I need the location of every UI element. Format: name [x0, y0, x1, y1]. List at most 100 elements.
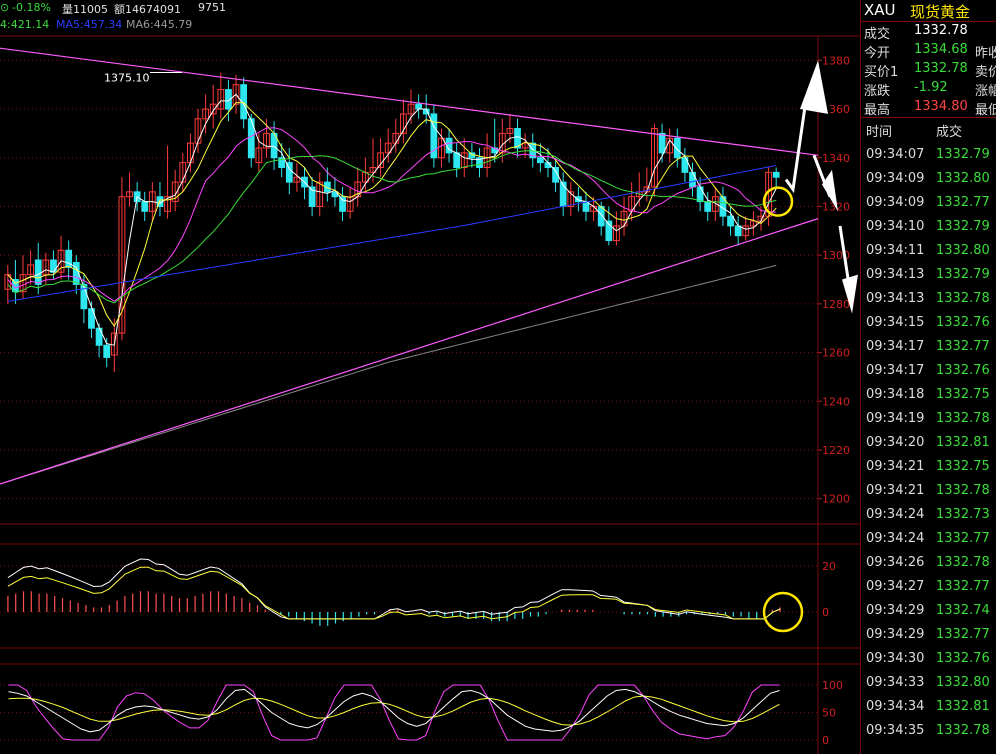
kdj-axis-label: 50: [822, 707, 836, 720]
tick-time: 09:34:20: [866, 435, 925, 450]
tick-time: 09:34:18: [866, 387, 925, 402]
quote-label: 涨跌: [864, 84, 891, 99]
quote-label-2: 卖价: [975, 65, 996, 80]
quote-row: 买价1 1332.78 卖价: [861, 60, 996, 80]
tick-price: 1332.81: [936, 435, 990, 450]
symbol-code: XAU: [864, 1, 896, 19]
tick-time: 09:34:26: [866, 555, 925, 570]
tick-price: 1332.77: [936, 195, 990, 210]
change-icon: ⊙: [0, 1, 10, 14]
extra-value: 9751: [198, 1, 226, 14]
annotation-arrow-up: [784, 106, 807, 194]
tick-time: 09:34:21: [866, 459, 925, 474]
quote-row: 今开 1334.68 昨收: [861, 41, 996, 61]
tick-price: 1332.78: [936, 483, 990, 498]
tick-row: 09:34:29 1332.77: [861, 623, 996, 647]
tick-row: 09:34:24 1332.77: [861, 527, 996, 551]
tick-row: 09:34:19 1332.78: [861, 407, 996, 431]
tick-time: 09:34:10: [866, 219, 925, 234]
amount-value: 额14674091: [114, 3, 181, 16]
tick-time: 09:34:35: [866, 723, 925, 738]
ma-line-magenta: [7, 127, 777, 302]
candle-body: [673, 137, 681, 159]
tick-price: 1332.77: [936, 339, 990, 354]
tick-price: 1332.79: [936, 267, 990, 282]
tick-row: 09:34:24 1332.73: [861, 503, 996, 527]
candle-body: [103, 344, 111, 358]
macd-dea-line: [7, 566, 781, 620]
ma-legend: 4:421.14 MA5:457.34 MA6:445.79: [0, 17, 860, 33]
kdj-axis-label: 100: [822, 679, 843, 692]
tick-row: 09:34:13 1332.79: [861, 263, 996, 287]
tick-time: 09:34:13: [866, 291, 925, 306]
tick-price: 1332.80: [936, 675, 990, 690]
quote-label: 今开: [864, 46, 891, 61]
tick-time: 09:34:07: [866, 147, 925, 162]
tick-price: 1332.75: [936, 387, 990, 402]
high-price-label: 1375.10: [104, 71, 150, 84]
candle-body: [339, 196, 346, 212]
kdj-d-line: [8, 695, 780, 726]
change-pct: -0.18%: [12, 1, 51, 14]
tick-row: 09:34:17 1332.77: [861, 335, 996, 359]
candle-body: [772, 171, 780, 178]
tick-row: 09:34:27 1332.77: [861, 575, 996, 599]
tick-price: 1332.80: [936, 243, 990, 258]
price-axis-label: 1220: [822, 444, 850, 457]
tick-row: 09:34:33 1332.80: [861, 671, 996, 695]
tick-time: 09:34:21: [866, 483, 925, 498]
tick-row: 09:34:09 1332.80: [861, 167, 996, 191]
quote-label: 最高: [864, 103, 891, 118]
tick-price: 1332.77: [936, 531, 990, 546]
tick-time: 09:34:24: [866, 531, 925, 546]
tick-row: 09:34:21 1332.75: [861, 455, 996, 479]
quote-label: 成交: [864, 27, 891, 42]
kdj-k-line: [8, 688, 780, 733]
tick-row: 09:34:18 1332.75: [861, 383, 996, 407]
tick-row: 09:34:13 1332.78: [861, 287, 996, 311]
tick-price: 1332.79: [936, 219, 990, 234]
price-axis-label: 1340: [822, 152, 850, 165]
tick-price: 1332.78: [936, 555, 990, 570]
lower-trendline: [0, 218, 819, 485]
tick-time: 09:34:27: [866, 579, 925, 594]
macd-axis-label: 0: [822, 606, 829, 619]
ma-line-blue: [7, 165, 777, 302]
tick-row: 09:34:17 1332.76: [861, 359, 996, 383]
tick-time: 09:34:15: [866, 315, 925, 330]
tick-price: 1332.77: [936, 579, 990, 594]
quote-row: 涨跌 -1.92 涨幅: [861, 79, 996, 99]
tick-price: 1332.78: [936, 291, 990, 306]
tick-time: 09:34:17: [866, 363, 925, 378]
tick-row: 09:34:07 1332.79: [861, 143, 996, 167]
quote-value: 1332.78: [914, 23, 968, 38]
tick-time: 09:34:13: [866, 267, 925, 282]
tick-time: 09:34:19: [866, 411, 925, 426]
quote-label: 买价1: [864, 65, 899, 80]
tick-price: 1332.76: [936, 363, 990, 378]
symbol-name: 现货黄金: [910, 3, 971, 21]
tick-row: 09:34:21 1332.78: [861, 479, 996, 503]
price-axis-label: 1260: [822, 347, 850, 360]
tick-row: 09:34:10 1332.79: [861, 215, 996, 239]
tick-time: 09:34:09: [866, 195, 925, 210]
tick-price: 1332.75: [936, 459, 990, 474]
ticks-header: 时间 成交: [861, 118, 996, 142]
tick-time: 09:34:34: [866, 699, 925, 714]
tick-price: 1332.77: [936, 627, 990, 642]
ma-a-value: 4:421.14: [0, 18, 50, 31]
tick-row: 09:34:09 1332.77: [861, 191, 996, 215]
tick-price: 1332.79: [936, 147, 990, 162]
tick-time: 09:34:30: [866, 651, 925, 666]
macd-axis-label: 20: [822, 560, 836, 573]
tick-price: 1332.73: [936, 507, 990, 522]
ma6-value: MA6:445.79: [126, 18, 193, 31]
tick-time: 09:34:17: [866, 339, 925, 354]
tick-time: 09:34:11: [866, 243, 925, 258]
kdj-axis-label: 0: [822, 734, 829, 747]
quote-panel: XAU 现货黄金 成交 1332.78 今开 1334.68 昨收 买价1 1332.78 卖…: [861, 0, 996, 754]
candle-body: [727, 215, 734, 227]
tick-price: 1332.78: [936, 411, 990, 426]
price-axis-label: 1280: [822, 298, 850, 311]
kline-chart-area[interactable]: 1380136013401320130012801260124012201200…: [0, 0, 860, 754]
